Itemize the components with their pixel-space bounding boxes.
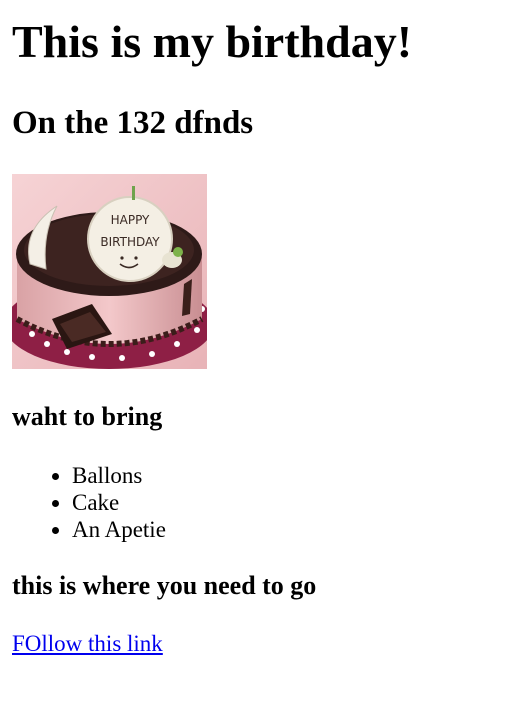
page-subtitle: On the 132 dfnds	[12, 105, 254, 141]
follow-link[interactable]: FOllow this link	[12, 631, 163, 657]
cake-text-birthday: BIRTHDAY	[100, 235, 160, 249]
list-item: Ballons	[72, 462, 166, 489]
cake-illustration: HAPPY BIRTHDAY	[12, 174, 207, 369]
bring-heading: waht to bring	[12, 402, 163, 431]
page-title: This is my birthday!	[12, 16, 413, 67]
cake-text-happy: HAPPY	[111, 213, 150, 227]
list-item: An Apetie	[72, 516, 166, 543]
location-heading: this is where you need to go	[12, 571, 317, 600]
list-item: Cake	[72, 489, 166, 516]
birthday-cake-image: HAPPY BIRTHDAY	[12, 174, 207, 369]
bring-list: Ballons Cake An Apetie	[12, 462, 166, 543]
